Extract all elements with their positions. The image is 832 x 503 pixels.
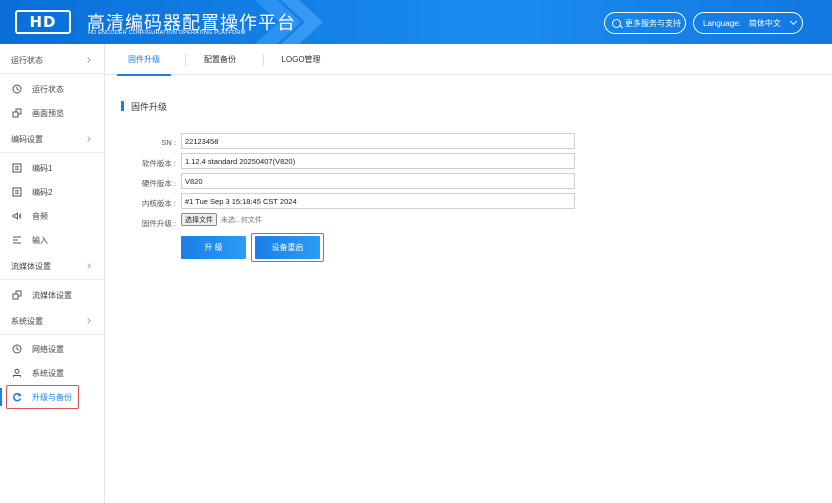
network-icon bbox=[11, 344, 22, 355]
sidebar-item-audio[interactable]: 音频 bbox=[0, 203, 104, 229]
language-value: 简体中文 bbox=[748, 18, 781, 28]
sn-label: SN : bbox=[161, 138, 176, 147]
reboot-highlight-box bbox=[251, 233, 324, 262]
sidebar-item-preview[interactable]: 画面预览 bbox=[0, 100, 104, 126]
sidebar-group-streaming[interactable]: 流媒体设置 bbox=[0, 254, 104, 280]
software-version-label: 软件版本 : bbox=[141, 159, 176, 168]
sidebar-item-system-settings[interactable]: 系统设置 bbox=[0, 360, 104, 386]
sidebar-item-run-status[interactable]: 运行状态 bbox=[0, 76, 104, 102]
stream-icon bbox=[11, 290, 22, 301]
hd-logo: HD bbox=[15, 10, 71, 34]
tab-divider bbox=[185, 54, 186, 66]
sidebar-item-label: 画面预览 bbox=[32, 108, 64, 118]
sidebar-item-label: 编码1 bbox=[32, 163, 53, 173]
sidebar-group-system[interactable]: 系统设置 bbox=[0, 309, 104, 335]
sidebar-item-label: 网络设置 bbox=[32, 344, 64, 354]
tab-divider bbox=[263, 54, 264, 66]
sidebar-group-label: 运行状态 bbox=[11, 56, 43, 65]
sn-field[interactable]: 22123458 bbox=[181, 133, 575, 149]
sidebar-group-label: 系统设置 bbox=[11, 317, 43, 326]
more-services-button[interactable]: 更多服务与支持 bbox=[604, 12, 686, 34]
kernel-version-label: 内核版本 : bbox=[141, 199, 176, 208]
audio-icon bbox=[11, 211, 22, 222]
sidebar-item-stream-settings[interactable]: 流媒体设置 bbox=[0, 282, 104, 308]
chevron-right-icon bbox=[85, 318, 91, 324]
section-title: 固件升级 bbox=[131, 102, 168, 112]
sidebar-item-label: 系统设置 bbox=[32, 368, 64, 378]
section-accent-bar bbox=[121, 101, 124, 111]
sidebar-item-input[interactable]: 输入 bbox=[0, 227, 104, 253]
language-selector[interactable]: Language: 简体中文 bbox=[693, 12, 803, 34]
preview-icon bbox=[11, 108, 22, 119]
sidebar-item-encode2[interactable]: 编码2 bbox=[0, 179, 104, 205]
user-icon bbox=[11, 368, 22, 379]
tab-config-backup[interactable]: 配置备份 bbox=[195, 44, 245, 75]
tab-firmware-upgrade[interactable]: 固件升级 bbox=[117, 44, 171, 76]
sidebar-item-label: 流媒体设置 bbox=[32, 290, 72, 300]
sidebar-group-status[interactable]: 运行状态 bbox=[0, 48, 104, 74]
language-label: Language: bbox=[703, 18, 741, 28]
clock-icon bbox=[11, 84, 22, 95]
encode-icon bbox=[11, 187, 22, 198]
sidebar-item-label: 编码2 bbox=[32, 187, 53, 197]
sidebar-item-label: 音频 bbox=[32, 211, 48, 221]
header-bar: HD 高清编码器配置操作平台 HD ENCODER CONFIGURATION … bbox=[0, 0, 832, 44]
input-icon bbox=[11, 235, 22, 246]
sidebar-group-label: 流媒体设置 bbox=[11, 262, 51, 271]
sidebar-group-label: 编码设置 bbox=[11, 135, 43, 144]
sidebar-item-encode1[interactable]: 编码1 bbox=[0, 155, 104, 181]
search-icon bbox=[612, 18, 621, 28]
software-version-field[interactable]: 1.12.4 standard 20250407(V820) bbox=[181, 153, 575, 169]
chevron-down-icon bbox=[789, 17, 797, 26]
choose-file-button[interactable]: 选择文件 bbox=[181, 213, 217, 226]
chevron-right-icon bbox=[85, 136, 91, 142]
sidebar: 运行状态 运行状态 画面预览 编码设置 编码1 编码2 音频 输入 流媒体设置 … bbox=[0, 44, 105, 503]
file-status-text: 未选...何文件 bbox=[221, 217, 262, 224]
chevron-right-icon bbox=[85, 57, 91, 63]
upgrade-button[interactable]: 升 级 bbox=[181, 236, 246, 259]
sidebar-highlight-box bbox=[6, 385, 79, 409]
sidebar-item-label: 运行状态 bbox=[32, 84, 64, 94]
hardware-version-label: 硬件版本 : bbox=[141, 179, 176, 188]
tab-bar: 固件升级 配置备份 LOGO管理 bbox=[105, 44, 832, 76]
hardware-version-field[interactable]: V820 bbox=[181, 173, 575, 189]
tab-logo-management[interactable]: LOGO管理 bbox=[275, 44, 327, 75]
firmware-upgrade-label: 固件升级 : bbox=[141, 219, 176, 228]
kernel-version-field[interactable]: #1 Tue Sep 3 15:18:45 CST 2024 bbox=[181, 193, 575, 209]
sidebar-item-network[interactable]: 网络设置 bbox=[0, 336, 104, 362]
sidebar-group-encode[interactable]: 编码设置 bbox=[0, 127, 104, 153]
more-services-label: 更多服务与支持 bbox=[625, 18, 681, 28]
chevron-right-icon bbox=[85, 263, 91, 269]
app-subtitle: HD ENCODER CONFIGURATION OPERATING PLATF… bbox=[88, 30, 246, 36]
encode-icon bbox=[11, 163, 22, 174]
sidebar-item-label: 输入 bbox=[32, 235, 48, 245]
